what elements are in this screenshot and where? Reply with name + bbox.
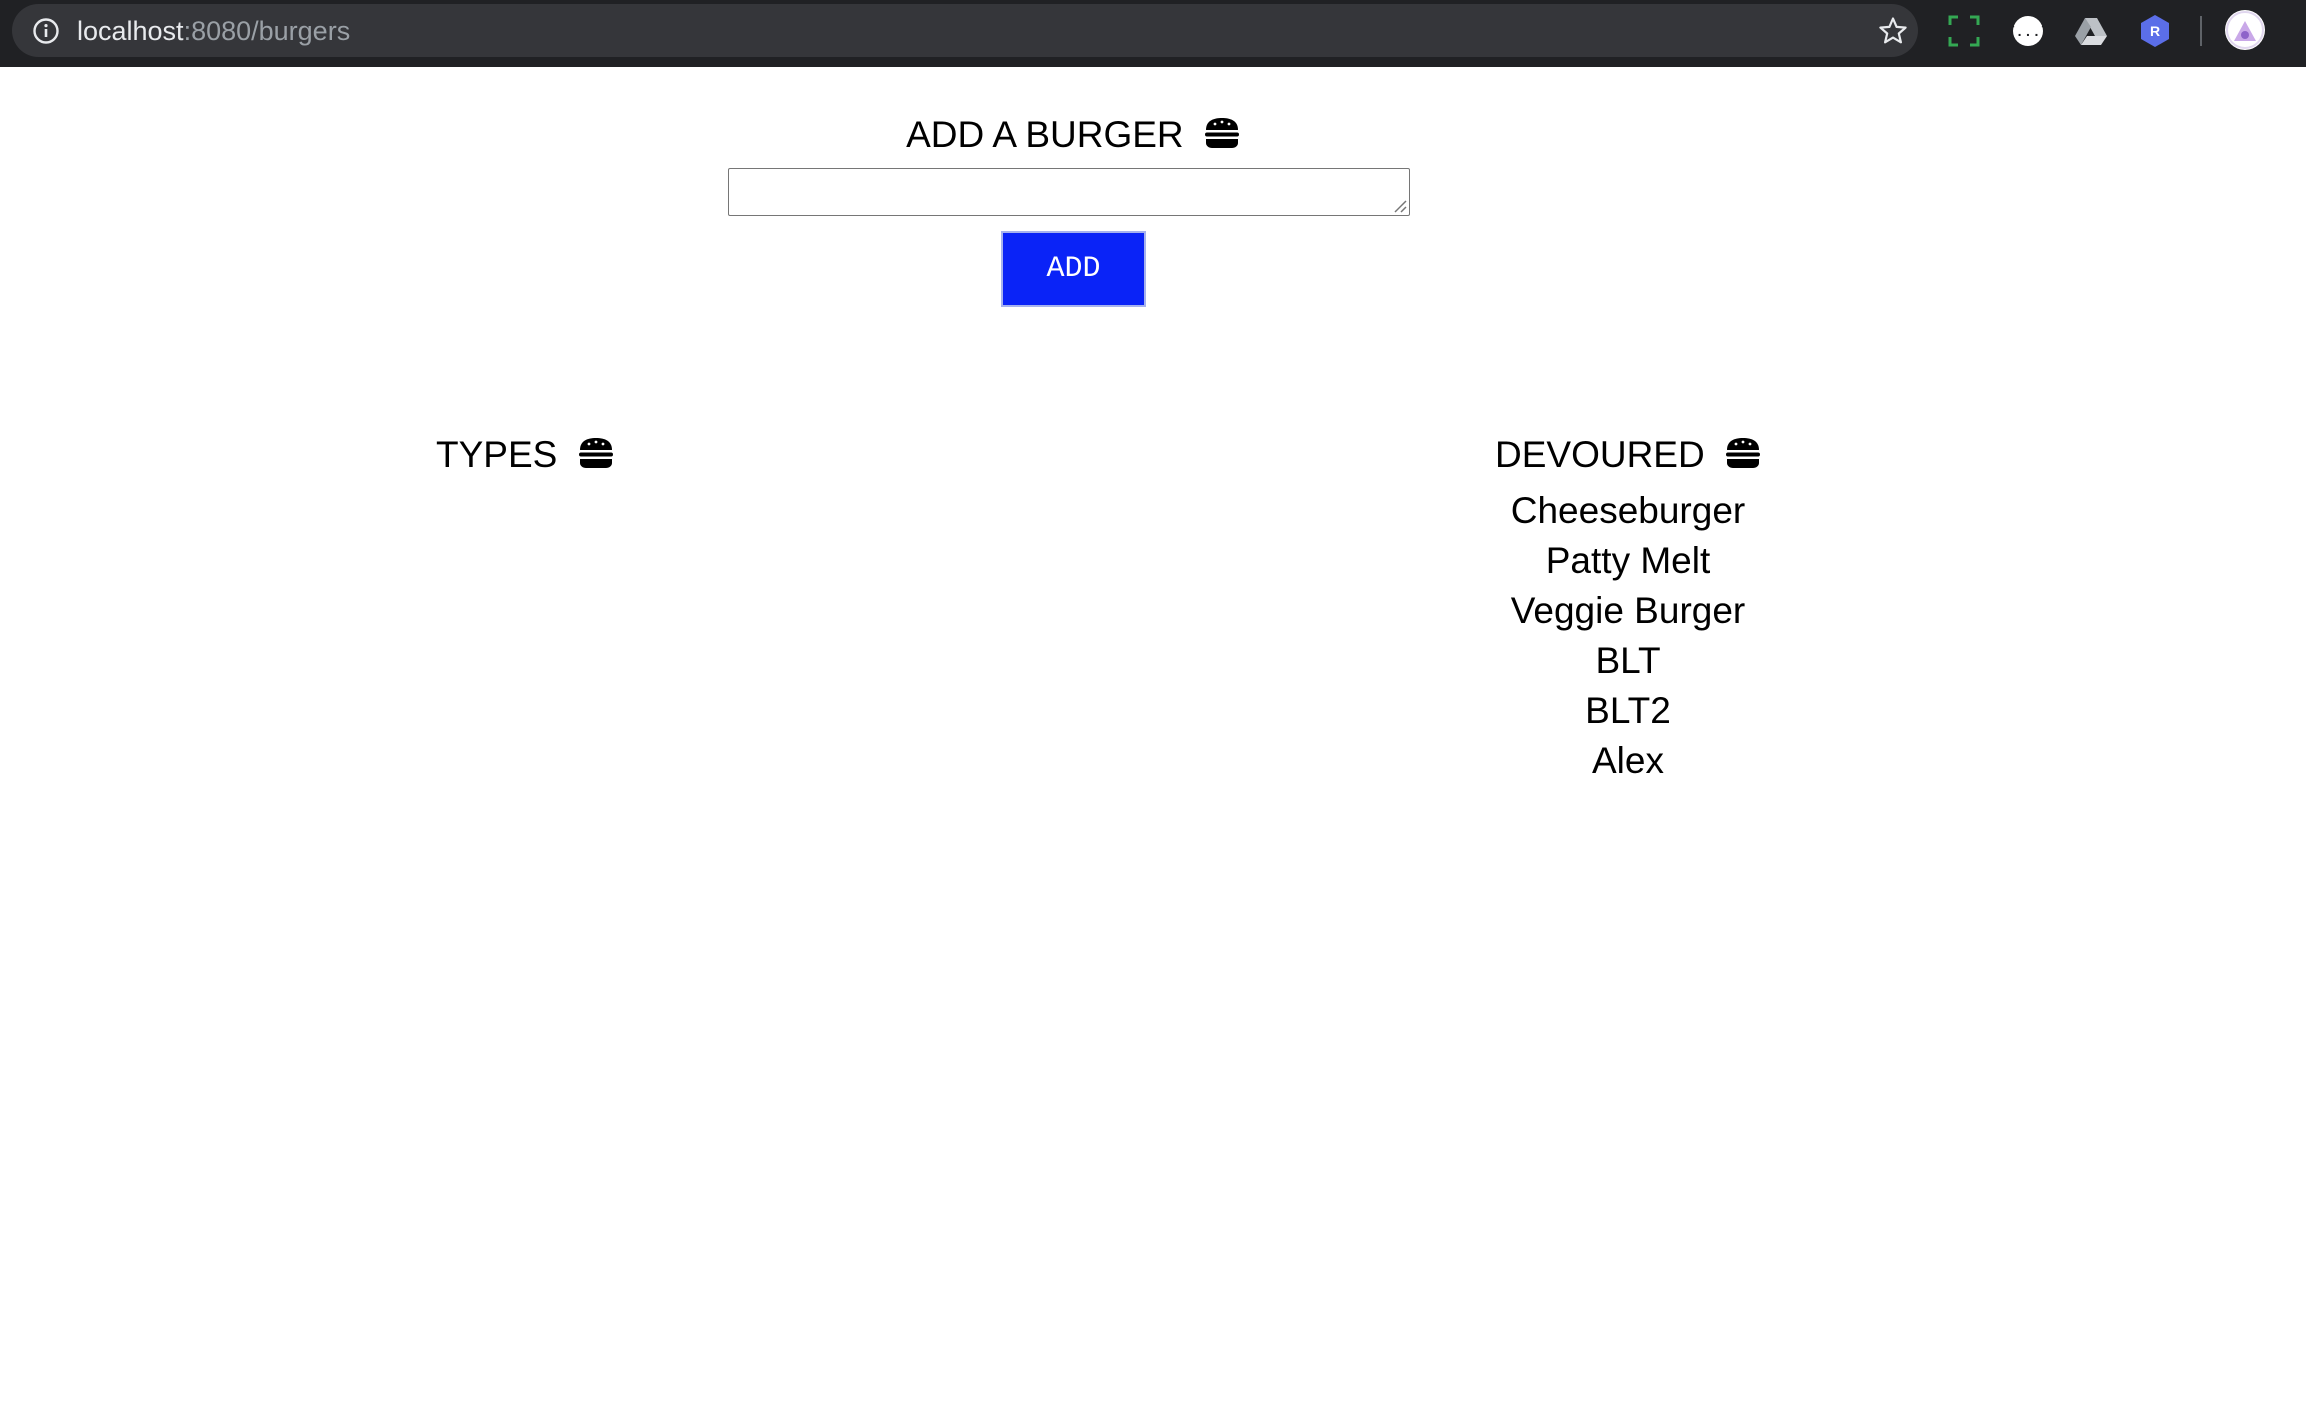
info-icon[interactable] [32,17,60,45]
url-host: localhost [77,16,184,46]
url-text[interactable]: localhost:8080/burgers [77,16,350,46]
types-heading: TYPES [436,430,614,480]
profile-avatar[interactable] [2225,10,2265,50]
types-heading-text: TYPES [436,434,558,475]
devoured-item: Cheeseburger [1510,490,1746,531]
devoured-item: Veggie Burger [1510,590,1746,631]
hamburger-icon [1725,438,1760,468]
hamburger-icon [1204,118,1239,148]
devoured-item: Patty Melt [1545,540,1711,581]
toolbar-divider [2200,16,2202,46]
json-viewer-icon[interactable]: {...} [2011,14,2045,48]
hamburger-icon [578,438,613,468]
svg-text:{...}: {...} [2011,25,2045,41]
avatar-icon [2226,11,2264,49]
devoured-item: Alex [1592,740,1664,781]
screenshot-extension-icon[interactable] [1947,14,1981,48]
devoured-item: BLT [1595,640,1661,681]
devoured-item: BLT2 [1585,690,1671,731]
svg-text:R: R [2150,23,2160,39]
devoured-heading-text: DEVOURED [1495,434,1705,475]
bookmark-star-icon[interactable] [1878,16,1908,46]
google-drive-icon[interactable] [2074,14,2108,48]
r-extension-icon[interactable]: R [2138,14,2172,48]
add-burger-heading-text: ADD A BURGER [906,114,1184,155]
burger-name-input[interactable] [728,168,1410,216]
devoured-heading: DEVOURED [1428,430,1828,480]
address-bar[interactable]: localhost:8080/burgers [12,4,1918,57]
url-path: :8080/burgers [183,16,351,46]
resize-handle-icon[interactable] [1391,197,1407,213]
devoured-list: Cheeseburger Patty Melt Veggie Burger BL… [1428,486,1828,786]
add-button[interactable]: ADD [1001,231,1146,307]
add-burger-heading: ADD A BURGER [0,110,2146,160]
browser-toolbar: localhost:8080/burgers {...} R [0,0,2306,67]
